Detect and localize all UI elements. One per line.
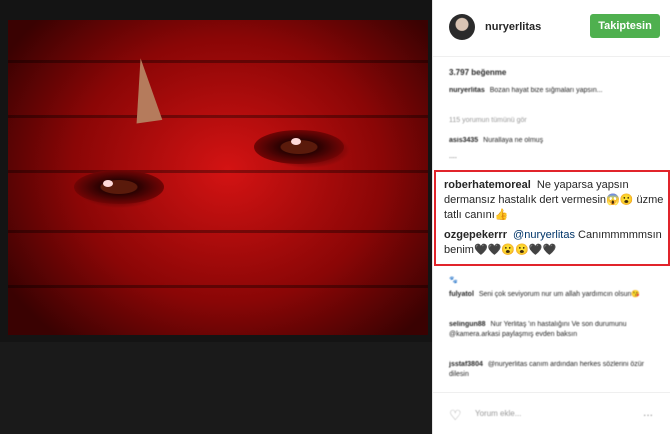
highlighted-comments: roberhatemoreal Ne yaparsa yapsın derman… — [434, 170, 670, 266]
photo-bottom-bar — [0, 342, 432, 434]
post-photo-panel — [0, 0, 432, 434]
scanline — [8, 115, 428, 118]
comment: nuryerlitas Bozan hayat bize sığmaları y… — [449, 86, 661, 96]
scanline — [8, 230, 428, 233]
heart-icon[interactable]: ♡ — [449, 407, 462, 424]
post-photo[interactable] — [8, 20, 428, 335]
comment-text: Seni çok seviyorum nur um allah yardımcı… — [478, 291, 641, 298]
comment-input[interactable]: Yorum ekle... — [475, 409, 521, 418]
load-more-comments[interactable]: 115 yorumun tümünü gör — [449, 116, 661, 126]
left-eye — [74, 170, 164, 204]
comment: .... — [449, 152, 661, 162]
avatar[interactable] — [449, 14, 475, 40]
comment: jsstaf3804 @nuryerlitas canım ardından h… — [449, 360, 661, 380]
comment-text: 🐾 — [449, 277, 458, 284]
scanline — [8, 60, 428, 63]
post-header: nuryerlitas Takiptesin — [433, 0, 670, 57]
load-more-label: 115 yorumun tümünü gör — [449, 117, 527, 124]
comment-user[interactable]: fulyatol — [449, 291, 474, 298]
comment-bar: ♡ Yorum ekle... ... — [433, 392, 670, 435]
comment-user[interactable]: asis3435 — [449, 137, 478, 144]
comment-text: Nurallaya ne olmuş — [483, 137, 544, 144]
follow-button[interactable]: Takiptesin — [590, 14, 660, 38]
scanline — [8, 170, 428, 173]
comment: 🐾 — [449, 276, 661, 286]
comment: selingun88 Nur Yerlitaş 'ın hastalığını … — [449, 320, 661, 340]
comment-text: .... — [449, 153, 457, 160]
eye-glint — [103, 180, 113, 187]
comment-user[interactable]: nuryerlitas — [449, 87, 485, 94]
comment-user[interactable]: selingun88 — [449, 321, 486, 328]
forehead-jewel — [127, 56, 163, 124]
likes-count[interactable]: 3.797 beğenme — [449, 68, 506, 77]
comment-text: Bozan hayat bize sığmaları yapsın... — [489, 87, 603, 94]
comment-user[interactable]: ozgepekerrr — [444, 229, 507, 241]
scanline — [8, 285, 428, 288]
comment-user[interactable]: roberhatemoreal — [444, 179, 531, 191]
comment-user[interactable]: jsstaf3804 — [449, 361, 483, 368]
comment: fulyatol Seni çok seviyorum nur um allah… — [449, 290, 661, 300]
username[interactable]: nuryerlitas — [485, 21, 541, 33]
comment-mention[interactable]: @nuryerlitas — [513, 229, 575, 241]
eye-glint — [291, 138, 301, 145]
comment: asis3435 Nurallaya ne olmuş — [449, 136, 661, 146]
highlighted-comment: ozgepekerrr @nuryerlitas Canımmmmmsın be… — [444, 228, 666, 258]
more-options-icon[interactable]: ... — [643, 405, 653, 419]
highlighted-comment: roberhatemoreal Ne yaparsa yapsın derman… — [444, 178, 666, 223]
right-eye — [254, 130, 344, 164]
